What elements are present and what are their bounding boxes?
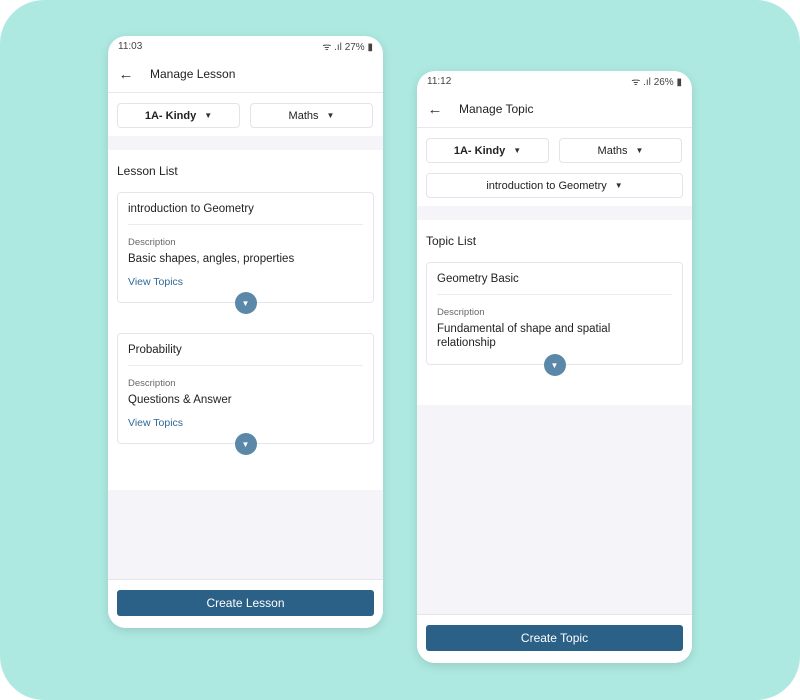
description-label: Description xyxy=(128,237,176,248)
class-dropdown[interactable]: 1A- Kindy ▼ xyxy=(117,103,240,128)
status-bar: 11:03 ᯤ .ıl 27% ▮ xyxy=(108,36,383,56)
lesson-description: Basic shapes, angles, properties xyxy=(128,253,295,265)
battery-icon: ▮ xyxy=(367,42,373,53)
topic-list: Topic List Geometry Basic Description Fu… xyxy=(417,220,692,413)
section-title: Topic List xyxy=(426,234,477,248)
bottom-bar: Create Lesson xyxy=(108,579,383,628)
lesson-card: Probability Description Questions & Answ… xyxy=(117,333,374,455)
arrow-left-icon[interactable]: ← xyxy=(118,66,134,82)
signal-icon: .ıl xyxy=(334,42,342,53)
lesson-dropdown[interactable]: introduction to Geometry ▼ xyxy=(426,173,683,198)
topic-title: Geometry Basic xyxy=(437,273,672,295)
page-title: Manage Topic xyxy=(459,102,534,116)
view-topics-link[interactable]: View Topics xyxy=(128,276,363,288)
empty-area xyxy=(108,490,383,580)
view-topics-link[interactable]: View Topics xyxy=(128,417,363,429)
lesson-dropdown-value: introduction to Geometry xyxy=(486,179,607,192)
description-label: Description xyxy=(128,378,176,389)
page-title: Manage Lesson xyxy=(150,67,236,81)
caret-down-icon: ▼ xyxy=(513,146,522,155)
lesson-title: introduction to Geometry xyxy=(128,203,363,225)
create-lesson-button[interactable]: Create Lesson xyxy=(117,590,374,616)
description-label: Description xyxy=(437,307,485,318)
topic-card: Geometry Basic Description Fundamental o… xyxy=(426,262,683,376)
filter-row: 1A- Kindy ▼ Maths ▼ introduction to Geom… xyxy=(417,128,692,206)
battery-icon: ▮ xyxy=(676,77,682,88)
class-dropdown-value: 1A- Kindy xyxy=(144,109,197,122)
arrow-left-icon[interactable]: ← xyxy=(427,101,443,117)
subject-dropdown[interactable]: Maths ▼ xyxy=(559,138,682,163)
caret-down-icon: ▼ xyxy=(614,181,623,190)
background-canvas: 11:03 ᯤ .ıl 27% ▮ ← Manage Lesson 1A- Ki… xyxy=(0,0,800,700)
topic-description: Fundamental of shape and spatial relatio… xyxy=(437,323,611,349)
chevron-down-icon[interactable]: ▼ xyxy=(234,433,257,455)
section-divider xyxy=(108,136,383,150)
chevron-down-icon[interactable]: ▼ xyxy=(234,292,257,314)
caret-down-icon: ▼ xyxy=(326,111,335,120)
empty-area xyxy=(417,405,692,615)
app-bar: ← Manage Lesson xyxy=(108,56,383,93)
subject-dropdown-value: Maths xyxy=(288,109,319,122)
signal-icon: .ıl xyxy=(643,77,651,88)
lesson-title: Probability xyxy=(128,344,363,366)
bottom-bar: Create Topic xyxy=(417,614,692,663)
lesson-card: introduction to Geometry Description Bas… xyxy=(117,192,374,314)
subject-dropdown-value: Maths xyxy=(597,144,628,157)
lesson-description: Questions & Answer xyxy=(128,394,232,406)
status-time: 11:12 xyxy=(427,75,452,87)
section-divider xyxy=(417,206,692,220)
chevron-down-icon[interactable]: ▼ xyxy=(543,354,566,376)
caret-down-icon: ▼ xyxy=(635,146,644,155)
status-bar: 11:12 ᯤ .ıl 26% ▮ xyxy=(417,71,692,91)
lesson-list: Lesson List introduction to Geometry Des… xyxy=(108,150,383,492)
wifi-icon: ᯤ xyxy=(631,77,641,88)
status-indicators: ᯤ .ıl 27% ▮ xyxy=(322,39,373,53)
filter-row: 1A- Kindy ▼ Maths ▼ xyxy=(108,93,383,136)
section-title: Lesson List xyxy=(117,164,178,178)
wifi-icon: ᯤ xyxy=(322,42,332,53)
create-topic-button[interactable]: Create Topic xyxy=(426,625,683,651)
manage-lesson-screen: 11:03 ᯤ .ıl 27% ▮ ← Manage Lesson 1A- Ki… xyxy=(108,36,383,628)
subject-dropdown[interactable]: Maths ▼ xyxy=(250,103,373,128)
class-dropdown[interactable]: 1A- Kindy ▼ xyxy=(426,138,549,163)
status-time: 11:03 xyxy=(118,40,143,52)
caret-down-icon: ▼ xyxy=(204,111,213,120)
class-dropdown-value: 1A- Kindy xyxy=(453,144,506,157)
status-indicators: ᯤ .ıl 26% ▮ xyxy=(631,74,682,88)
battery-level: 26% xyxy=(653,77,674,88)
app-bar: ← Manage Topic xyxy=(417,91,692,128)
battery-level: 27% xyxy=(344,42,365,53)
manage-topic-screen: 11:12 ᯤ .ıl 26% ▮ ← Manage Topic 1A- Kin… xyxy=(417,71,692,663)
